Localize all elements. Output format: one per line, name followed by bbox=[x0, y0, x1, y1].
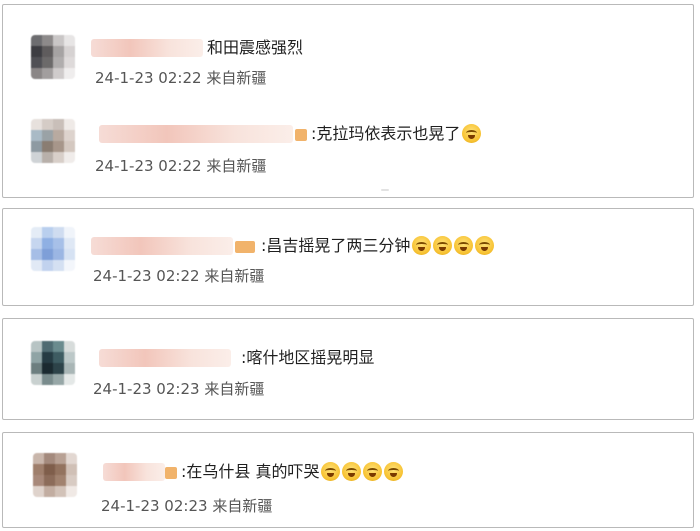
comment-text: :昌吉摇晃了两三分钟 bbox=[261, 235, 495, 257]
comment-meta: 24-1-23 02:22 来自新疆 bbox=[95, 68, 266, 88]
divider bbox=[381, 189, 389, 191]
crying-emoji-icon bbox=[475, 236, 495, 255]
comment-card: 和田震感强烈 24-1-23 02:22 来自新疆 :克拉玛依表示也晃了 24-… bbox=[2, 4, 694, 198]
avatar[interactable] bbox=[31, 341, 75, 385]
comment-source: 来自新疆 bbox=[206, 69, 267, 87]
username-blurred[interactable] bbox=[91, 237, 233, 255]
comment-card: :在乌什县 真的吓哭 24-1-23 02:23 来自新疆 bbox=[2, 432, 694, 528]
vip-badge-icon bbox=[235, 241, 255, 253]
comment-text: :克拉玛依表示也晃了 bbox=[311, 123, 482, 145]
comment-card: :昌吉摇晃了两三分钟 24-1-23 02:22 来自新疆 bbox=[2, 208, 694, 306]
comment-text: :喀什地区摇晃明显 bbox=[241, 348, 375, 367]
avatar[interactable] bbox=[31, 227, 75, 271]
comment-date: 24-1-23 02:22 bbox=[95, 157, 202, 175]
comment-meta: 24-1-23 02:23 来自新疆 bbox=[93, 379, 264, 399]
comment-date: 24-1-23 02:23 bbox=[101, 497, 208, 515]
comment-meta: 24-1-23 02:23 来自新疆 bbox=[101, 496, 272, 516]
crying-emoji-icon bbox=[412, 236, 432, 255]
comment-meta: 24-1-23 02:22 来自新疆 bbox=[95, 156, 266, 176]
comment-date: 24-1-23 02:22 bbox=[95, 69, 202, 87]
comment-meta: 24-1-23 02:22 来自新疆 bbox=[93, 266, 264, 286]
comment-source: 来自新疆 bbox=[204, 267, 265, 285]
crying-emoji-icon bbox=[363, 462, 383, 481]
username-blurred[interactable] bbox=[99, 125, 293, 143]
comment-item: 和田震感强烈 24-1-23 02:22 来自新疆 bbox=[3, 27, 693, 97]
comment-text: 和田震感强烈 bbox=[207, 38, 304, 57]
comment-date: 24-1-23 02:22 bbox=[93, 267, 200, 285]
username-blurred[interactable] bbox=[91, 39, 203, 57]
vip-badge-icon bbox=[295, 129, 307, 141]
crying-emoji-icon bbox=[454, 236, 474, 255]
crying-emoji-icon bbox=[433, 236, 453, 255]
comment-source: 来自新疆 bbox=[212, 497, 273, 515]
crying-emoji-icon bbox=[384, 462, 404, 481]
laughing-emoji-icon bbox=[462, 124, 482, 143]
avatar[interactable] bbox=[31, 119, 75, 163]
comment-source: 来自新疆 bbox=[206, 157, 267, 175]
comment-item: :昌吉摇晃了两三分钟 24-1-23 02:22 来自新疆 bbox=[3, 219, 693, 289]
comment-source: 来自新疆 bbox=[204, 380, 265, 398]
vip-badge-icon bbox=[165, 467, 177, 479]
comment-item: :在乌什县 真的吓哭 24-1-23 02:23 来自新疆 bbox=[3, 443, 693, 516]
avatar[interactable] bbox=[31, 35, 75, 79]
comment-date: 24-1-23 02:23 bbox=[93, 380, 200, 398]
comment-item: :克拉玛依表示也晃了 24-1-23 02:22 来自新疆 bbox=[3, 113, 693, 183]
crying-emoji-icon bbox=[342, 462, 362, 481]
comment-text-content: :克拉玛依表示也晃了 bbox=[311, 124, 461, 143]
crying-emoji-icon bbox=[321, 462, 341, 481]
comment-item: :喀什地区摇晃明显 24-1-23 02:23 来自新疆 bbox=[3, 333, 693, 403]
comment-text-content: :昌吉摇晃了两三分钟 bbox=[261, 236, 411, 255]
username-blurred[interactable] bbox=[99, 349, 231, 367]
comment-text-content: :在乌什县 真的吓哭 bbox=[181, 462, 320, 481]
comment-text: :在乌什县 真的吓哭 bbox=[181, 461, 404, 483]
avatar[interactable] bbox=[33, 453, 77, 497]
comment-card: :喀什地区摇晃明显 24-1-23 02:23 来自新疆 bbox=[2, 318, 694, 420]
username-blurred[interactable] bbox=[103, 463, 165, 481]
